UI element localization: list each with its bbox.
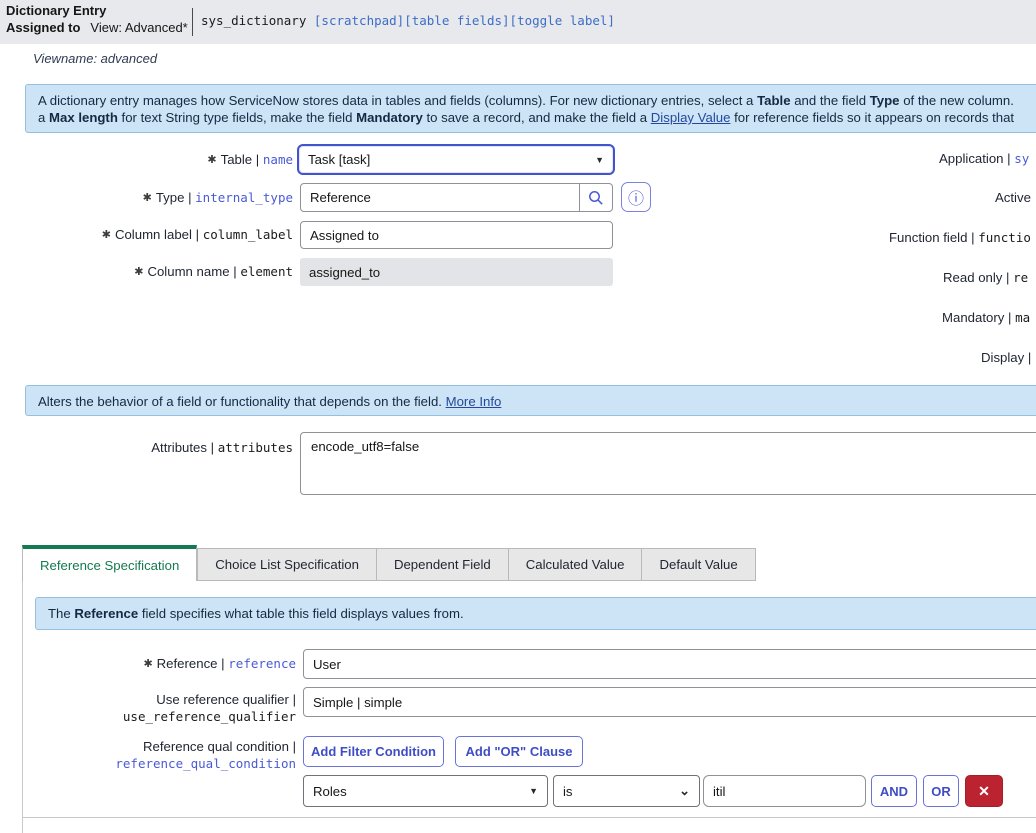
info-bold-type: Type: [870, 93, 900, 108]
info-text: for reference fields so it appears on re…: [730, 110, 1014, 125]
info-text: field specifies what table this field di…: [138, 606, 463, 621]
info-text: and the field: [791, 93, 870, 108]
mandatory-field-label: Mandatory | ma: [942, 310, 1036, 325]
read-only-field-label: Read only | re: [943, 270, 1036, 285]
close-icon: ✕: [978, 783, 990, 800]
breadcrumb: sys_dictionary [scratchpad][table fields…: [201, 13, 615, 28]
column-name-readonly-field: assigned_to: [300, 258, 613, 286]
mandatory-icon: ✱: [134, 266, 143, 278]
attributes-info-message: Alters the behavior of a field or functi…: [25, 385, 1036, 416]
column-label-value: Assigned to: [310, 228, 379, 243]
use-reference-qualifier-select[interactable]: Simple | simple: [303, 687, 1036, 717]
info-text: to save a record, and make the field a: [423, 110, 651, 125]
search-icon: [588, 190, 604, 206]
viewname-label: Viewname: advanced: [33, 51, 157, 66]
record-name: Assigned to: [6, 20, 80, 35]
display-value-link[interactable]: Display Value: [651, 110, 731, 125]
form-tabs: Reference Specification Choice List Spec…: [22, 545, 756, 581]
table-select-value: Task [task]: [308, 152, 370, 167]
header-divider: [192, 8, 193, 36]
column-label-input[interactable]: Assigned to: [300, 221, 613, 249]
condition-and-button[interactable]: AND: [871, 775, 917, 807]
use-reference-qualifier-label: Use reference qualifier | use_reference_…: [0, 691, 296, 725]
info-icon: ⓘ: [628, 185, 644, 209]
info-text: The: [48, 606, 74, 621]
active-field-label: Active: [995, 190, 1036, 205]
type-info-button[interactable]: ⓘ: [621, 182, 651, 212]
record-subtitle: Assigned to View: Advanced*: [6, 20, 188, 35]
reference-field-label: ✱Reference | reference: [0, 649, 296, 680]
dictionary-info-message: A dictionary entry manages how ServiceNo…: [25, 84, 1036, 133]
qualifier-value: Simple | simple: [313, 695, 402, 710]
info-text: A dictionary entry manages how ServiceNo…: [38, 93, 757, 108]
table-select[interactable]: Task [task] ▼: [297, 144, 615, 175]
more-info-link[interactable]: More Info: [446, 394, 502, 409]
section-divider: [22, 817, 1036, 818]
reference-value: User: [313, 657, 341, 672]
info-text: Alters the behavior of a field or functi…: [38, 394, 446, 409]
tab-dependent-field[interactable]: Dependent Field: [377, 548, 509, 581]
chevron-down-icon: ▼: [529, 786, 538, 796]
condition-field-select[interactable]: Roles ▼: [303, 775, 548, 807]
type-lookup-button[interactable]: [579, 184, 612, 211]
condition-value-input[interactable]: itil: [703, 775, 866, 807]
chevron-down-icon: ⌄: [679, 783, 690, 799]
info-bold-mandatory: Mandatory: [356, 110, 423, 125]
display-field-label: Display |: [981, 350, 1036, 365]
mandatory-icon: ✱: [143, 192, 152, 204]
condition-field-value: Roles: [313, 784, 347, 799]
chevron-down-icon: ▼: [595, 155, 604, 165]
column-name-field-label: ✱Column name | element: [0, 258, 293, 287]
info-bold-table: Table: [757, 93, 790, 108]
mandatory-icon: ✱: [102, 229, 111, 241]
reference-input[interactable]: User: [303, 649, 1036, 679]
condition-operator-select[interactable]: is ⌄: [553, 775, 700, 807]
tab-calculated-value[interactable]: Calculated Value: [509, 548, 643, 581]
table-field-label: ✱Table | name: [0, 146, 293, 175]
info-text: of the new column.: [900, 93, 1014, 108]
dictionary-entry-page: Dictionary Entry Assigned to View: Advanc…: [0, 0, 1036, 833]
type-input[interactable]: Reference: [300, 183, 613, 212]
page-title: Dictionary Entry: [6, 3, 106, 18]
header-bar: Dictionary Entry Assigned to View: Advanc…: [0, 0, 1036, 44]
reference-info-message: The Reference field specifies what table…: [35, 597, 1036, 630]
reference-qual-condition-label: Reference qual condition | reference_qua…: [0, 738, 296, 772]
header-tags[interactable]: [scratchpad][table fields][toggle label]: [314, 13, 615, 28]
mandatory-icon: ✱: [143, 658, 152, 670]
mandatory-icon: ✱: [207, 154, 216, 166]
column-name-value: assigned_to: [309, 265, 380, 280]
tab-reference-specification[interactable]: Reference Specification: [22, 545, 197, 581]
condition-delete-button[interactable]: ✕: [965, 775, 1003, 807]
condition-or-button[interactable]: OR: [923, 775, 959, 807]
tab-choice-list-specification[interactable]: Choice List Specification: [197, 548, 377, 581]
attributes-field-label: Attributes | attributes: [0, 434, 293, 456]
view-indicator: View: Advanced*: [90, 20, 187, 35]
type-field-label: ✱Type | internal_type: [0, 183, 293, 214]
info-text: a: [38, 110, 49, 125]
add-filter-condition-button[interactable]: Add Filter Condition: [303, 736, 444, 767]
attributes-textarea[interactable]: encode_utf8=false: [300, 432, 1036, 495]
condition-value-text: itil: [713, 784, 725, 799]
table-name-text: sys_dictionary: [201, 13, 314, 28]
info-bold-maxlength: Max length: [49, 110, 118, 125]
info-text: for text String type fields, make the fi…: [118, 110, 356, 125]
condition-operator-value: is: [563, 784, 573, 799]
type-input-value: Reference: [310, 190, 371, 205]
info-bold-reference: Reference: [74, 606, 138, 621]
column-label-field-label: ✱Column label | column_label: [0, 221, 293, 250]
application-field-label: Application | sy: [939, 151, 1036, 166]
tab-default-value[interactable]: Default Value: [642, 548, 755, 581]
function-field-label: Function field | functio: [889, 230, 1036, 245]
add-or-clause-button[interactable]: Add "OR" Clause: [455, 736, 583, 767]
